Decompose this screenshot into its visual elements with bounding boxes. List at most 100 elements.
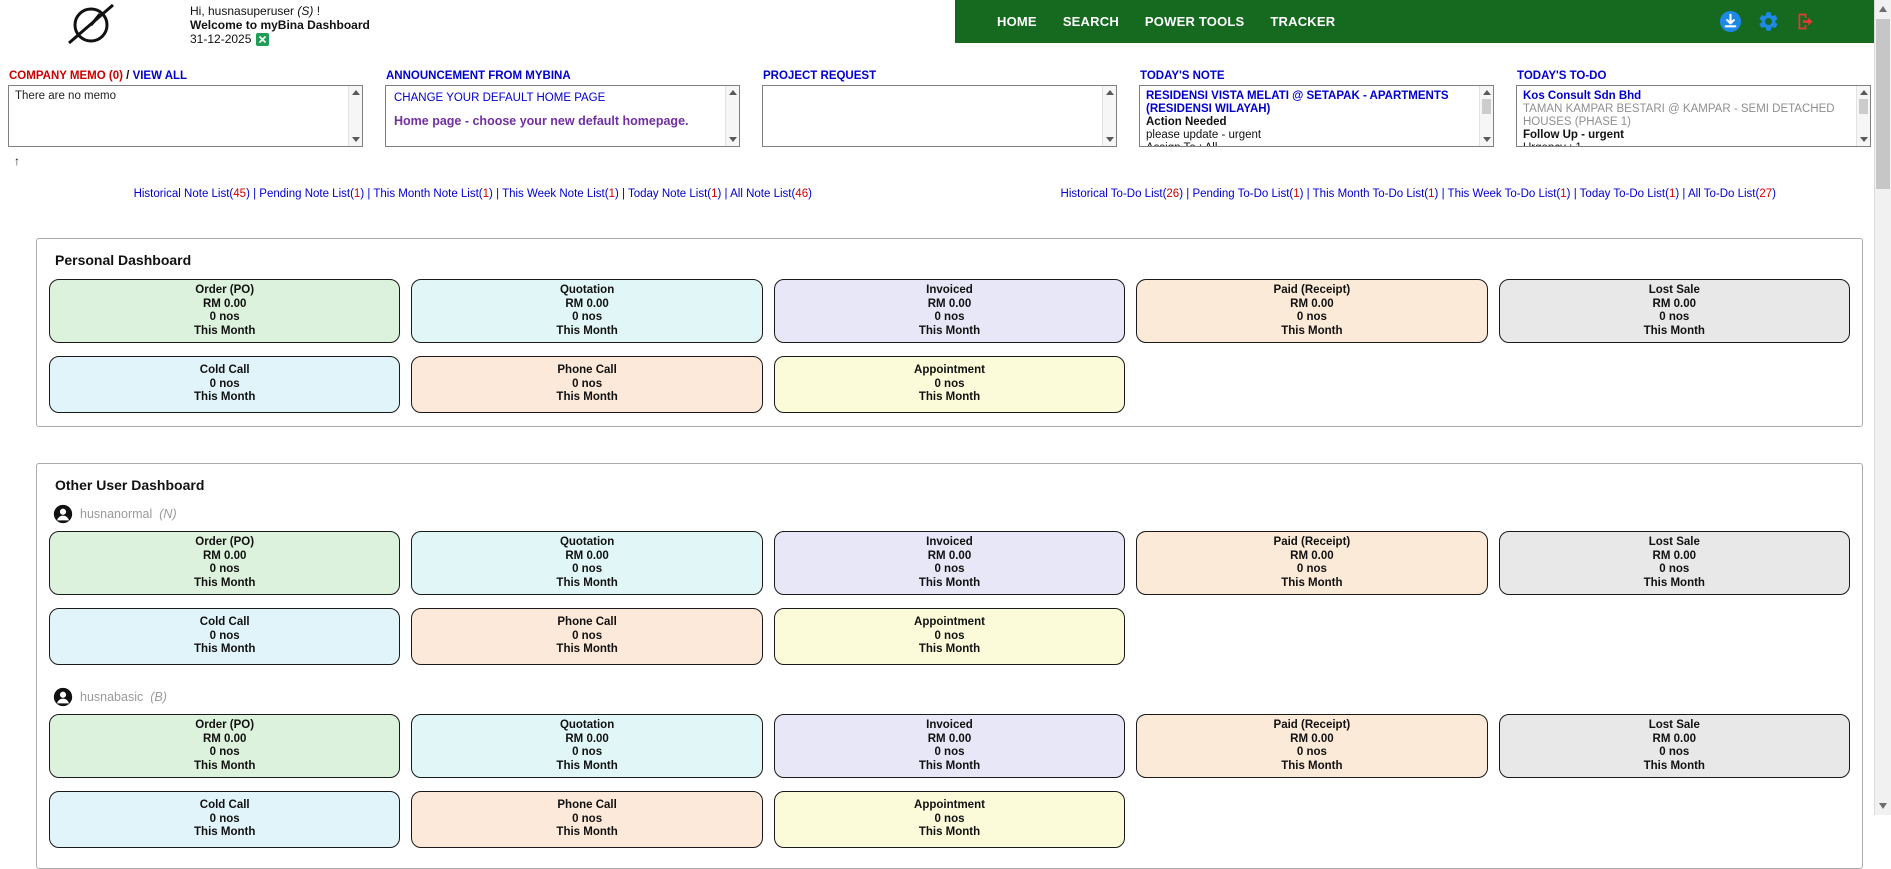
view-all-link[interactable]: VIEW ALL — [133, 70, 188, 82]
announcement-panel: ANNOUNCEMENT FROM MYBINA CHANGE YOUR DEF… — [385, 70, 740, 147]
list-link[interactable]: All Note List(46) — [730, 188, 812, 200]
card-title: Cold Call — [200, 799, 250, 813]
summary-card[interactable]: Invoiced RM 0.00 0 nos This Month — [774, 714, 1125, 778]
mybina-logo-icon[interactable] — [66, 2, 116, 51]
activity-card[interactable]: Cold Call 0 nos This Month — [49, 356, 400, 413]
todays-todo-title[interactable]: TODAY'S TO-DO — [1517, 70, 1871, 82]
activity-card[interactable]: Cold Call 0 nos This Month — [49, 608, 400, 665]
activity-card[interactable]: Appointment 0 nos This Month — [774, 791, 1125, 848]
card-period: This Month — [919, 760, 980, 774]
announcement-box[interactable]: CHANGE YOUR DEFAULT HOME PAGE Home page … — [385, 85, 740, 147]
scroll-down-arrow[interactable] — [1860, 137, 1868, 142]
excel-icon[interactable] — [256, 33, 269, 46]
card-count: 0 nos — [934, 563, 964, 577]
list-link[interactable]: Today To-Do List(1) — [1580, 188, 1688, 200]
settings-gear-icon[interactable] — [1757, 10, 1780, 33]
todays-todo-box[interactable]: Kos Consult Sdn Bhd TAMAN KAMPAR BESTARI… — [1516, 85, 1871, 147]
user2-sales-cards: Order (PO) RM 0.00 0 nos This Month Quot… — [47, 714, 1852, 778]
card-period: This Month — [194, 391, 255, 405]
summary-card[interactable]: Quotation RM 0.00 0 nos This Month — [411, 714, 762, 778]
panel-scrollbar[interactable] — [725, 86, 739, 146]
list-link[interactable]: This Week Note List(1) — [502, 188, 628, 200]
list-link[interactable]: This Week To-Do List(1) — [1448, 188, 1580, 200]
todays-todo-panel: TODAY'S TO-DO Kos Consult Sdn Bhd TAMAN … — [1516, 70, 1871, 147]
nav-item[interactable]: POWER TOOLS — [1145, 14, 1244, 29]
link-count: 27 — [1759, 188, 1772, 200]
list-link[interactable]: Historical To-Do List(26) — [1061, 188, 1193, 200]
scrollbar-thumb[interactable] — [1859, 99, 1868, 114]
card-amount: RM 0.00 — [203, 298, 246, 312]
scroll-down-arrow[interactable] — [729, 137, 737, 142]
panel-scrollbar[interactable] — [348, 86, 362, 146]
todays-note-title[interactable]: TODAY'S NOTE — [1140, 70, 1494, 82]
scroll-up-arrow[interactable] — [1106, 90, 1114, 95]
scroll-down-arrow[interactable] — [1483, 137, 1491, 142]
note-project-link[interactable]: RESIDENSI VISTA MELATI @ SETAPAK - APART… — [1146, 90, 1474, 116]
nav-item[interactable]: TRACKER — [1270, 14, 1335, 29]
summary-card[interactable]: Paid (Receipt) RM 0.00 0 nos This Month — [1136, 279, 1487, 343]
summary-card[interactable]: Lost Sale RM 0.00 0 nos This Month — [1499, 279, 1850, 343]
activity-card[interactable]: Appointment 0 nos This Month — [774, 608, 1125, 665]
summary-card[interactable]: Invoiced RM 0.00 0 nos This Month — [774, 279, 1125, 343]
list-link[interactable]: This Month To-Do List(1) — [1313, 188, 1448, 200]
link-close: ) — [360, 188, 364, 200]
greeting-line: Hi, husnasuperuser (S) ! — [190, 4, 370, 18]
scroll-up-arrow[interactable] — [729, 90, 737, 95]
nav-item[interactable]: SEARCH — [1063, 14, 1119, 29]
page-scroll-down-button[interactable] — [1875, 798, 1891, 815]
page-scrollbar[interactable] — [1874, 0, 1891, 815]
activity-card[interactable]: Phone Call 0 nos This Month — [411, 608, 762, 665]
page-scroll-up-button[interactable] — [1875, 0, 1891, 17]
summary-card[interactable]: Order (PO) RM 0.00 0 nos This Month — [49, 714, 400, 778]
scroll-up-arrow[interactable] — [1860, 90, 1868, 95]
card-amount: RM 0.00 — [203, 733, 246, 747]
card-title: Paid (Receipt) — [1274, 536, 1351, 550]
project-request-box[interactable] — [762, 85, 1117, 147]
card-period: This Month — [919, 325, 980, 339]
summary-card[interactable]: Paid (Receipt) RM 0.00 0 nos This Month — [1136, 531, 1487, 595]
panel-scrollbar[interactable] — [1102, 86, 1116, 146]
summary-card[interactable]: Invoiced RM 0.00 0 nos This Month — [774, 531, 1125, 595]
card-title: Lost Sale — [1649, 536, 1700, 550]
summary-card[interactable]: Paid (Receipt) RM 0.00 0 nos This Month — [1136, 714, 1487, 778]
download-icon[interactable] — [1719, 10, 1742, 33]
card-count: 0 nos — [1659, 746, 1689, 760]
card-amount: RM 0.00 — [1653, 733, 1696, 747]
todays-note-box[interactable]: RESIDENSI VISTA MELATI @ SETAPAK - APART… — [1139, 85, 1494, 147]
scroll-down-arrow[interactable] — [352, 137, 360, 142]
card-period: This Month — [556, 826, 617, 840]
todo-company-link[interactable]: Kos Consult Sdn Bhd — [1523, 90, 1851, 103]
activity-card[interactable]: Cold Call 0 nos This Month — [49, 791, 400, 848]
user-row: husnabasic (B) — [53, 687, 1852, 707]
scroll-up-arrow[interactable] — [1483, 90, 1491, 95]
page-scrollbar-thumb[interactable] — [1876, 19, 1890, 189]
activity-card[interactable]: Appointment 0 nos This Month — [774, 356, 1125, 413]
scroll-down-arrow[interactable] — [1106, 137, 1114, 142]
card-count: 0 nos — [210, 378, 240, 392]
activity-card[interactable]: Phone Call 0 nos This Month — [411, 791, 762, 848]
summary-card[interactable]: Order (PO) RM 0.00 0 nos This Month — [49, 531, 400, 595]
summary-card[interactable]: Lost Sale RM 0.00 0 nos This Month — [1499, 714, 1850, 778]
panel-scrollbar[interactable] — [1479, 86, 1493, 146]
change-homepage-link[interactable]: CHANGE YOUR DEFAULT HOME PAGE — [394, 92, 720, 105]
card-count: 0 nos — [934, 746, 964, 760]
nav-item[interactable]: HOME — [997, 14, 1037, 29]
list-link[interactable]: This Month Note List(1) — [373, 188, 502, 200]
back-to-top-arrow[interactable]: ↑ — [14, 154, 20, 168]
list-link[interactable]: All To-Do List(27) — [1688, 188, 1776, 200]
list-link[interactable]: Pending To-Do List(1) — [1192, 188, 1312, 200]
summary-card[interactable]: Lost Sale RM 0.00 0 nos This Month — [1499, 531, 1850, 595]
list-link[interactable]: Historical Note List(45) — [134, 188, 260, 200]
scroll-up-arrow[interactable] — [352, 90, 360, 95]
list-link[interactable]: Pending Note List(1) — [259, 188, 373, 200]
summary-card[interactable]: Quotation RM 0.00 0 nos This Month — [411, 279, 762, 343]
activity-card[interactable]: Phone Call 0 nos This Month — [411, 356, 762, 413]
panel-scrollbar[interactable] — [1856, 86, 1870, 146]
logout-icon[interactable] — [1795, 11, 1816, 32]
card-count: 0 nos — [1297, 563, 1327, 577]
list-link[interactable]: Today Note List(1) — [628, 188, 730, 200]
scrollbar-thumb[interactable] — [1482, 99, 1491, 114]
company-memo-box[interactable]: There are no memo — [8, 85, 363, 147]
summary-card[interactable]: Quotation RM 0.00 0 nos This Month — [411, 531, 762, 595]
summary-card[interactable]: Order (PO) RM 0.00 0 nos This Month — [49, 279, 400, 343]
